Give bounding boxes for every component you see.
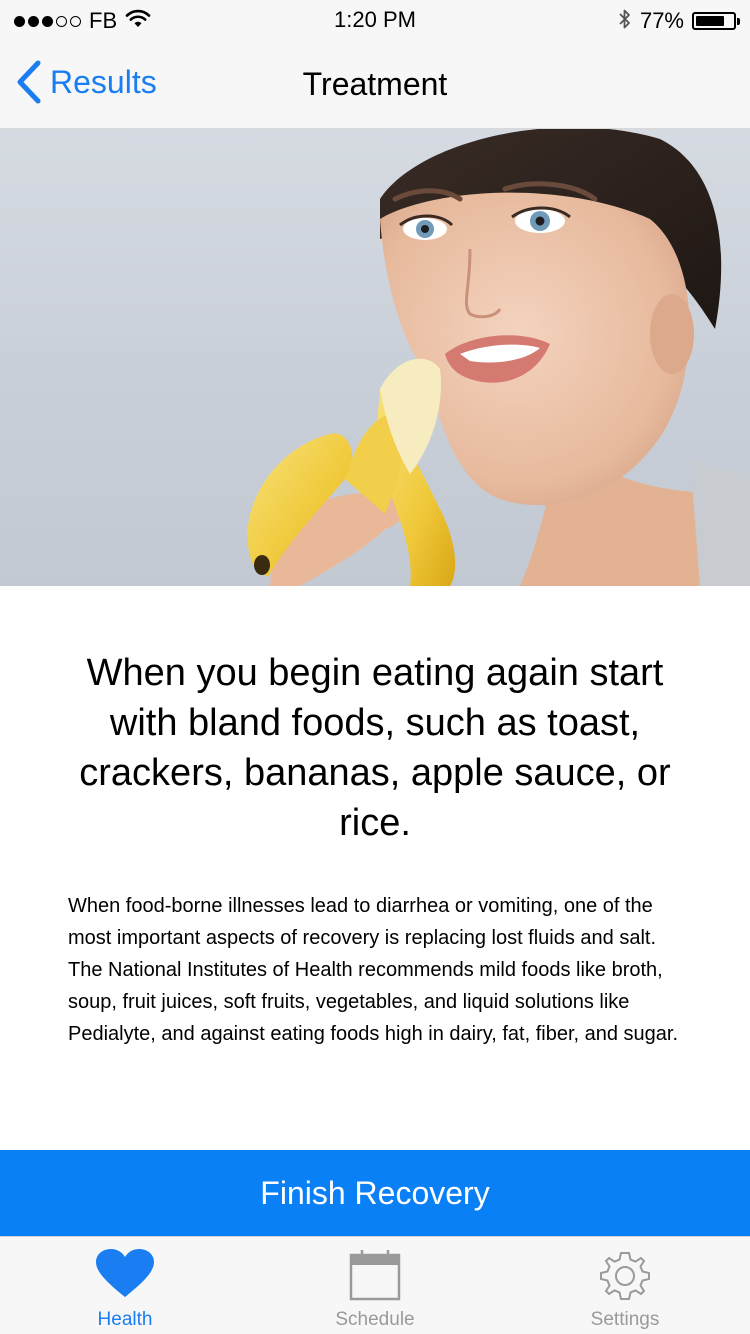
tab-settings-label: Settings: [590, 1309, 660, 1330]
battery-percent: 77%: [639, 8, 684, 33]
body-text: When food-borne illnesses lead to diarrh…: [68, 895, 679, 1045]
bluetooth-icon: [618, 7, 632, 36]
tab-health-label: Health: [97, 1309, 153, 1330]
heart-icon: [95, 1249, 155, 1304]
gear-icon: [598, 1249, 652, 1308]
tab-settings[interactable]: Settings: [500, 1237, 750, 1334]
page-title: Treatment: [302, 66, 448, 102]
tab-schedule-label: Schedule: [335, 1309, 415, 1330]
status-right: 77%: [618, 7, 740, 36]
tab-health[interactable]: Health: [0, 1237, 250, 1334]
status-bar: FB 1:20 PM 77%: [0, 0, 750, 40]
tab-schedule[interactable]: Schedule: [250, 1237, 500, 1334]
hero-image: [0, 129, 750, 586]
navigation-bar: Results Treatment: [0, 40, 750, 129]
battery-icon: [692, 12, 740, 30]
banana-woman-photo: [247, 129, 750, 586]
calendar-icon: [348, 1249, 402, 1306]
tab-bar: Health Schedule Settings: [0, 1236, 750, 1334]
headline: When you begin eating again start with b…: [79, 652, 671, 844]
battery-level: [696, 16, 724, 26]
finish-recovery-button[interactable]: Finish Recovery: [0, 1150, 750, 1236]
